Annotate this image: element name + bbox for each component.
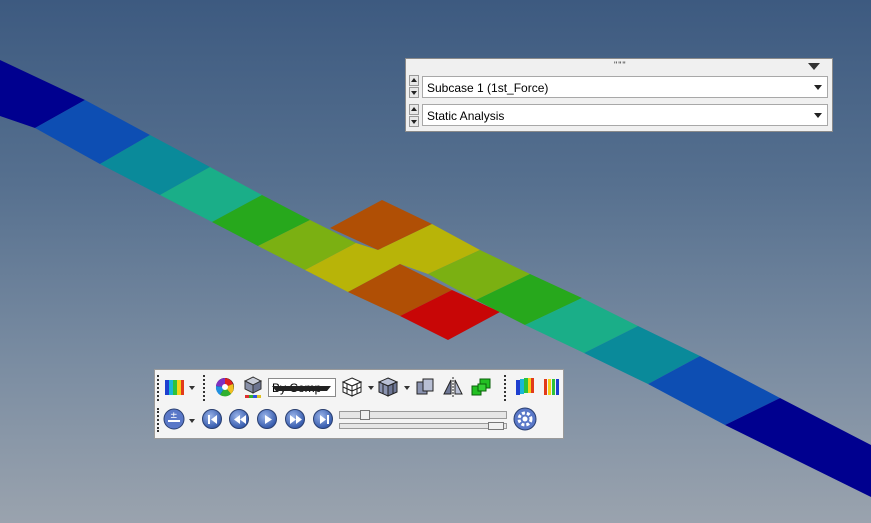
shaded-cube-icon[interactable] <box>377 376 399 398</box>
contour-legend-icon[interactable] <box>164 377 184 397</box>
collapse-icon[interactable] <box>808 63 820 70</box>
analysis-value: Static Analysis <box>427 109 505 123</box>
toolbar-separator <box>504 375 508 401</box>
analysis-next-button[interactable] <box>409 116 419 127</box>
chevron-down-icon <box>814 113 822 118</box>
analysis-spinner[interactable] <box>409 104 419 128</box>
time-slider-handle[interactable] <box>360 410 370 420</box>
contour-plot-icon[interactable] <box>514 376 536 398</box>
results-toolbar: By Comp ± <box>154 369 564 439</box>
duplicate-icon[interactable] <box>470 376 492 398</box>
color-wheel-icon[interactable] <box>215 377 235 397</box>
toolbar-separator <box>203 375 207 401</box>
subcase-next-button[interactable] <box>409 87 419 98</box>
rewind-icon[interactable] <box>229 409 249 429</box>
component-cube-icon[interactable] <box>243 375 263 399</box>
chevron-down-icon[interactable] <box>189 419 195 423</box>
analysis-dropdown[interactable]: Static Analysis <box>422 104 828 126</box>
svg-text:±: ± <box>170 411 178 421</box>
component-color-mode-select[interactable]: By Comp <box>268 378 336 397</box>
toolbar-grip[interactable] <box>157 375 161 401</box>
analysis-prev-button[interactable] <box>409 104 419 115</box>
skip-back-icon[interactable] <box>202 409 222 429</box>
toolbar-grip[interactable] <box>157 408 161 432</box>
speed-slider-handle[interactable] <box>488 422 504 430</box>
wireframe-cube-icon[interactable] <box>341 376 363 398</box>
play-icon[interactable] <box>257 409 277 429</box>
section-cut-icon[interactable] <box>414 376 436 398</box>
subcase-panel: """ Subcase 1 (1st_Force) Static Analysi… <box>405 58 833 132</box>
legend-scale-icon[interactable] <box>542 376 562 398</box>
panel-drag-handle[interactable]: """ <box>406 59 832 73</box>
subcase-dropdown[interactable]: Subcase 1 (1st_Force) <box>422 76 828 98</box>
subcase-prev-button[interactable] <box>409 75 419 86</box>
subcase-spinner[interactable] <box>409 75 419 99</box>
chevron-down-icon[interactable] <box>368 386 374 390</box>
chevron-down-icon <box>814 85 822 90</box>
chevron-down-icon <box>272 386 331 391</box>
skip-forward-icon[interactable] <box>313 409 333 429</box>
time-slider[interactable] <box>339 410 507 420</box>
grip-icon: """ <box>614 60 627 70</box>
animation-mode-icon[interactable]: ± <box>163 408 185 430</box>
subcase-value: Subcase 1 (1st_Force) <box>427 81 549 95</box>
speed-slider[interactable] <box>339 422 507 430</box>
chevron-down-icon[interactable] <box>404 386 410 390</box>
chevron-down-icon[interactable] <box>189 386 195 390</box>
fast-forward-icon[interactable] <box>285 409 305 429</box>
settings-gear-icon[interactable] <box>513 407 537 431</box>
mirror-icon[interactable] <box>442 376 464 398</box>
